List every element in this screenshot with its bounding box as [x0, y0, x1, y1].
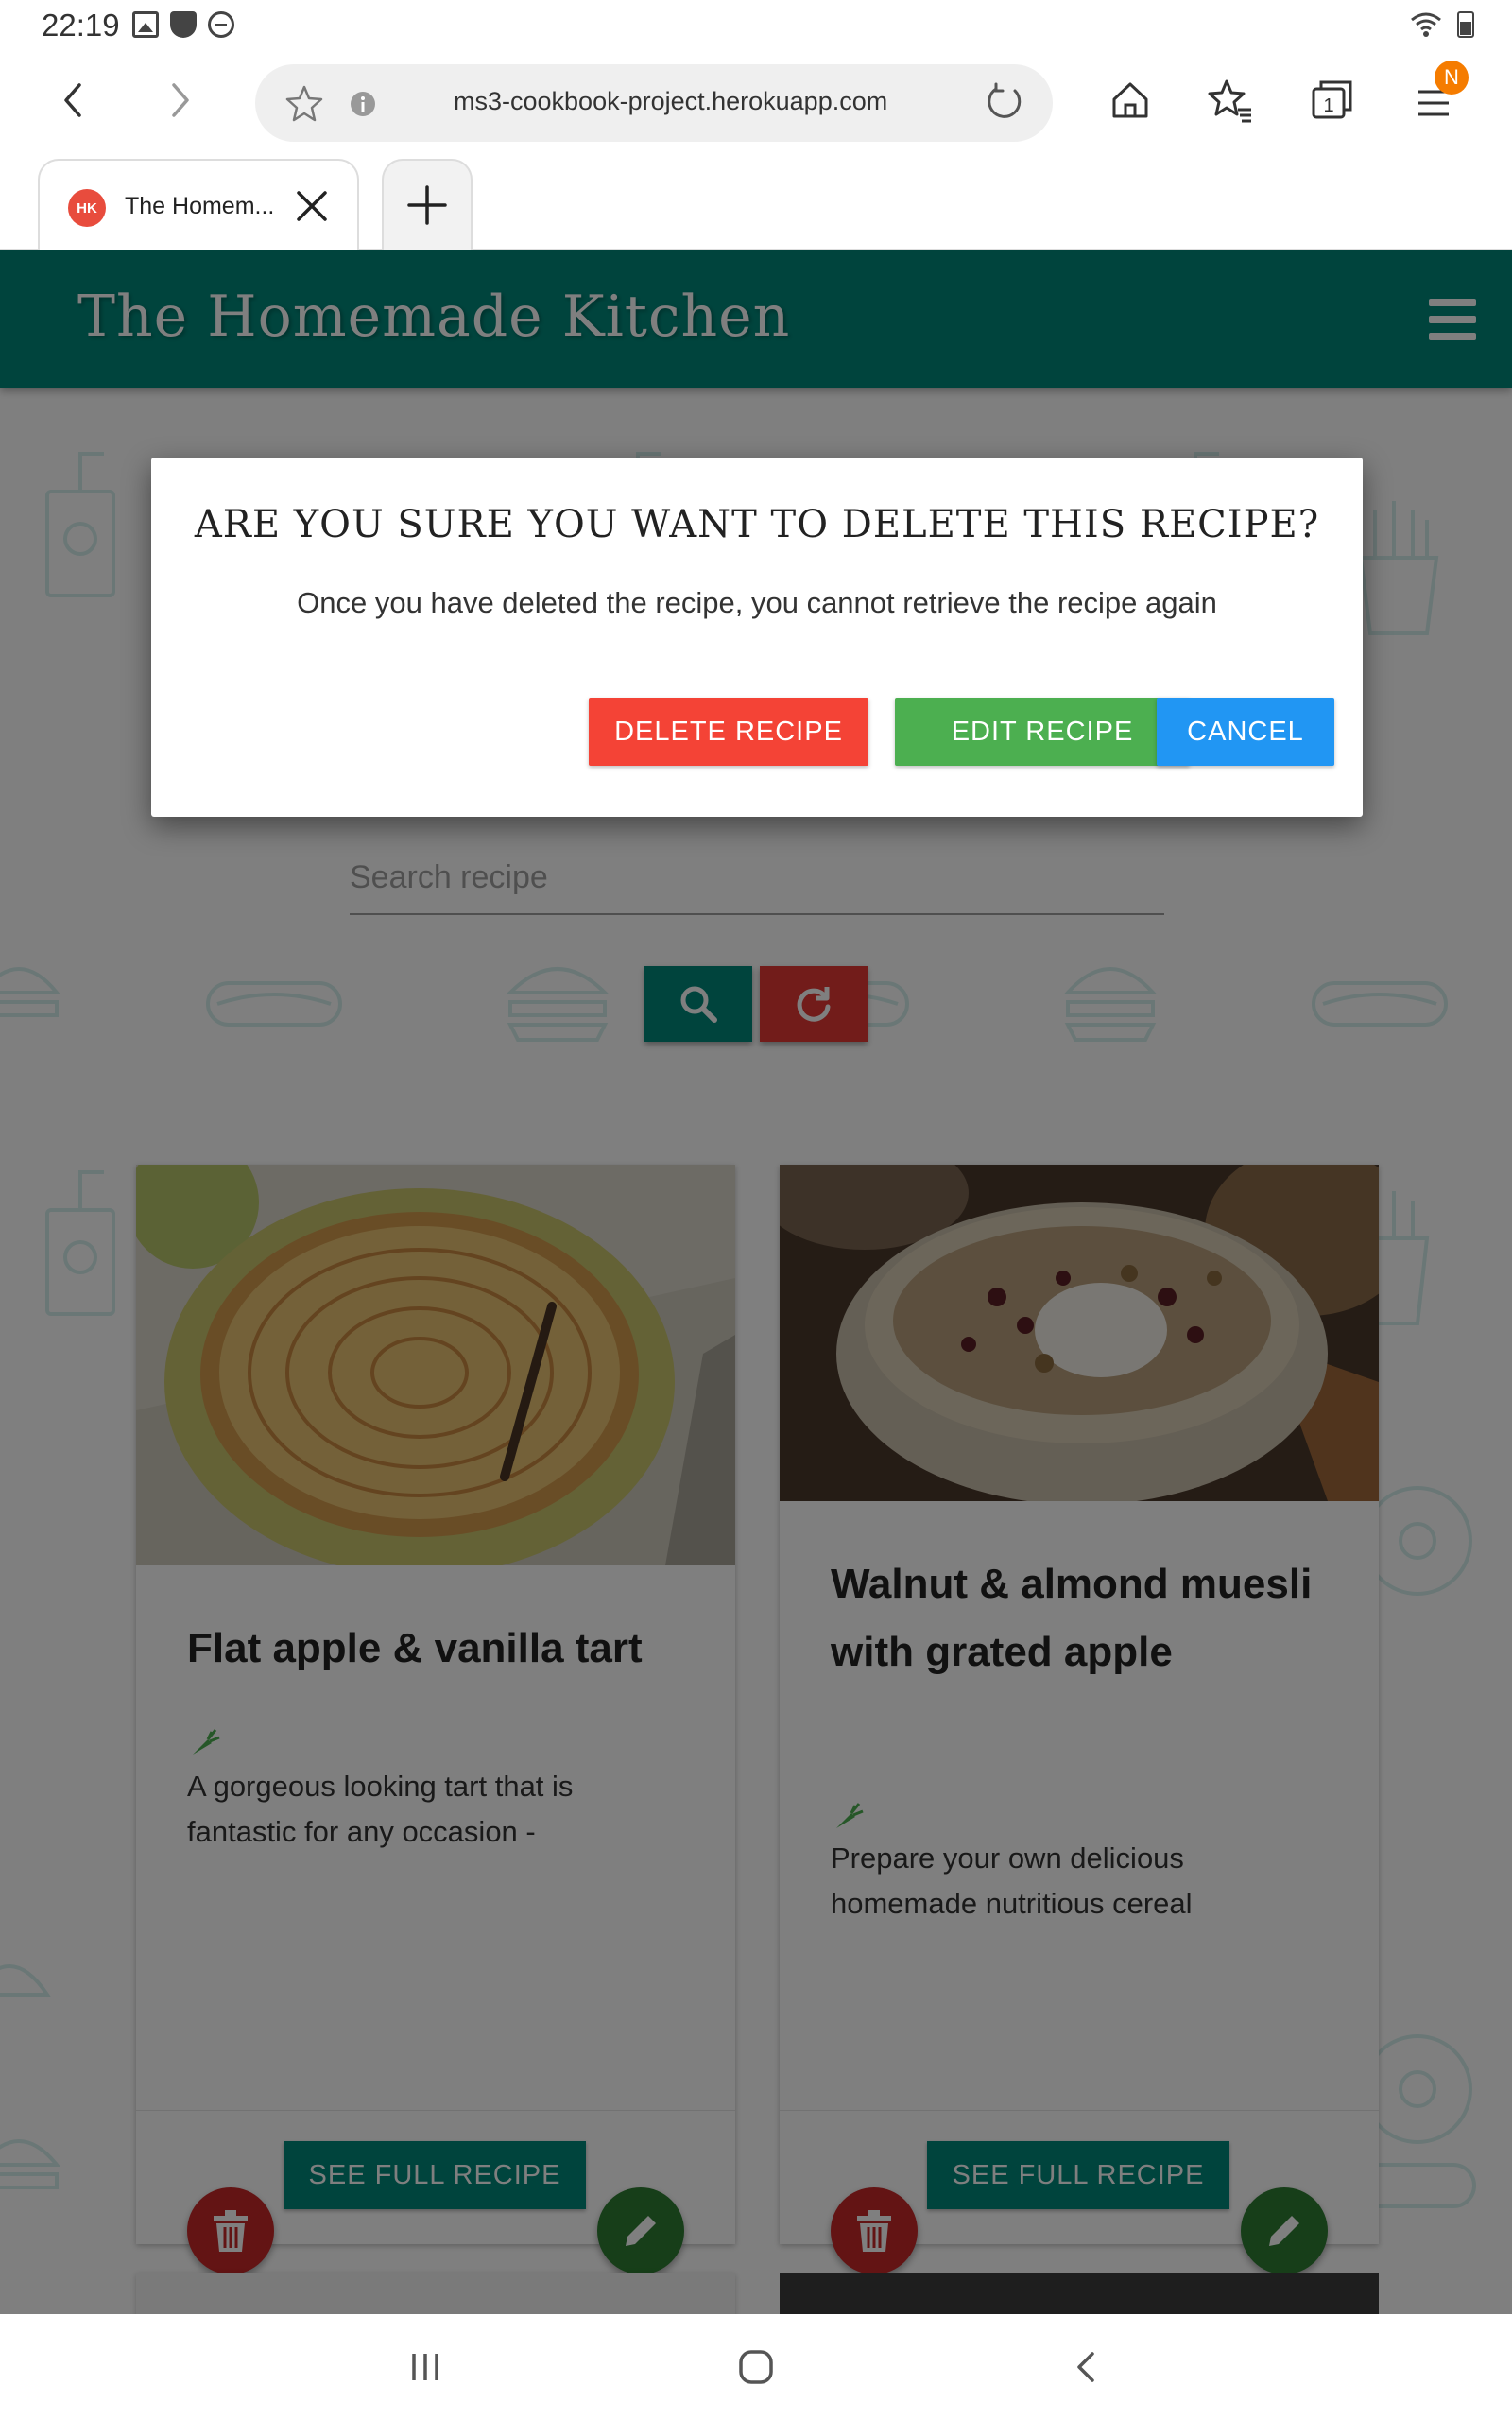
chevron-right-icon [172, 83, 189, 117]
status-time: 22:19 [42, 8, 120, 43]
modal-title: ARE YOU SURE YOU WANT TO DELETE THIS REC… [194, 503, 1320, 546]
back-button[interactable] [45, 72, 102, 129]
modal-message: Once you have deleted the recipe, you ca… [297, 586, 1217, 619]
tabs-icon: 1 [1312, 80, 1352, 119]
status-system-icons [1410, 11, 1474, 38]
tabs-button[interactable]: 1 [1304, 72, 1361, 129]
do-not-disturb-icon [208, 11, 234, 38]
bookmarks-star-icon [1208, 79, 1251, 123]
recent-apps-button[interactable] [397, 2339, 454, 2395]
back-chevron-icon [1077, 2352, 1094, 2382]
modal-edit-recipe-button[interactable]: EDIT RECIPE [895, 698, 1190, 766]
bookmarks-button[interactable] [1202, 72, 1259, 129]
wifi-icon [1411, 12, 1441, 37]
site-info-icon[interactable] [350, 91, 376, 117]
shield-icon [170, 11, 197, 38]
android-back-button[interactable] [1058, 2339, 1115, 2395]
web-page: The Homemade Kitchen [0, 250, 1512, 2314]
url-text: ms3-cookbook-project.herokuapp.com [454, 87, 888, 115]
chevron-left-icon [64, 83, 81, 117]
modal-cancel-button[interactable]: CANCEL [1157, 698, 1334, 766]
plus-icon [407, 185, 447, 225]
delete-confirmation-modal: ARE YOU SURE YOU WANT TO DELETE THIS REC… [151, 458, 1363, 817]
browser-menu-button[interactable]: N [1408, 60, 1469, 129]
status-notification-icons [132, 11, 234, 38]
tab-strip: HK The Homem... [0, 151, 1512, 250]
tab-count-text: 1 [1323, 95, 1333, 116]
confirm-delete-button[interactable]: DELETE RECIPE [589, 698, 868, 766]
home-button[interactable] [1102, 72, 1159, 129]
reload-icon[interactable] [983, 81, 1026, 125]
android-home-button[interactable] [728, 2339, 784, 2395]
forward-button[interactable] [151, 72, 208, 129]
menu-badge: N [1435, 60, 1469, 95]
android-navigation-bar [0, 2314, 1512, 2420]
tab-the-homemade-kitchen[interactable]: HK The Homem... [38, 159, 359, 250]
new-tab-button[interactable] [382, 159, 472, 250]
tab-title: The Homem... [125, 193, 275, 219]
close-icon[interactable] [291, 185, 333, 227]
battery-icon [1457, 11, 1474, 38]
image-icon [132, 11, 159, 38]
home-icon [1112, 82, 1148, 118]
home-circle-icon [739, 2350, 773, 2384]
status-bar: 22:19 [0, 0, 1512, 53]
browser-toolbar: ms3-cookbook-project.herokuapp.com 1 N [0, 53, 1512, 151]
bookmark-star-icon[interactable] [284, 83, 325, 125]
tab-favicon: HK [68, 189, 106, 227]
address-bar[interactable]: ms3-cookbook-project.herokuapp.com [255, 64, 1053, 142]
recent-apps-icon [412, 2354, 438, 2380]
